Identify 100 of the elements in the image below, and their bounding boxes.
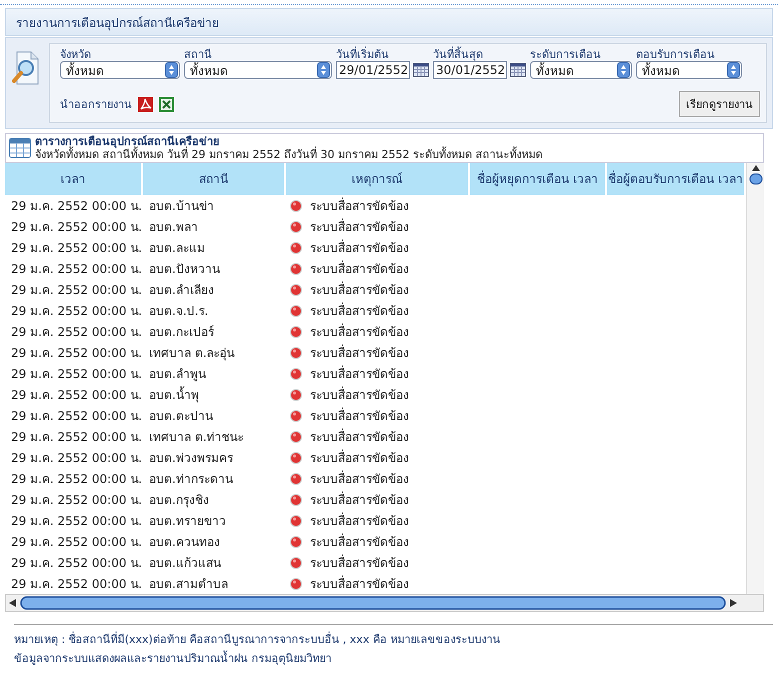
table-cell-text: ระบบสื่อสารขัดข้อง xyxy=(310,238,409,257)
table-cell-text: 29 ม.ค. 2552 00:00 น. xyxy=(10,324,143,341)
table-cell-text: 29 ม.ค. 2552 00:00 น. xyxy=(10,198,143,215)
table-cell-text: ระบบสื่อสารขัดข้อง xyxy=(310,574,409,593)
pdf-icon[interactable] xyxy=(138,96,153,112)
column-header: เหตุการณ์ xyxy=(286,163,470,195)
dropdown[interactable]: ทั้งหมด xyxy=(636,61,742,79)
table-cell-text: 29 ม.ค. 2552 00:00 น. xyxy=(10,387,143,404)
alert-dot-icon xyxy=(290,494,302,506)
table-cell-text: ระบบสื่อสารขัดข้อง xyxy=(310,532,409,551)
export-label: นำออกรายงาน xyxy=(60,97,132,113)
table-cell-text: ระบบสื่อสารขัดข้อง xyxy=(310,512,409,530)
table-cell-text: ระบบสื่อสารขัดข้อง xyxy=(310,218,409,236)
field-label: วันที่สิ้นสุด xyxy=(433,48,484,61)
table-cell-text: 29 ม.ค. 2552 00:00 น. xyxy=(10,555,143,572)
table-cell-text: ระบบสื่อสารขัดข้อง xyxy=(310,260,409,278)
dropdown[interactable]: ทั้งหมด xyxy=(530,61,632,79)
column-header: ชื่อผู้ตอบรับการเตือน เวลา xyxy=(607,163,746,195)
table-title: ตารางการเตือนอุปกรณ์สถานีเครือข่าย xyxy=(35,135,220,148)
alert-dot-icon xyxy=(290,410,302,422)
table-cell-text: ระบบสื่อสารขัดข้อง xyxy=(310,554,409,572)
table-cell-text: ระบบสื่อสารขัดข้อง xyxy=(310,428,409,446)
table-cell-text: อบต.ควนทอง xyxy=(148,534,221,551)
scrollbar-thumb[interactable] xyxy=(748,173,762,185)
table-cell-text: 29 ม.ค. 2552 00:00 น. xyxy=(10,450,143,467)
note-text: หมายเหตุ : ชื่อสถานีที่มี(xxx)ต่อท้าย คือสถานีบูรณาการจากระบบอื่น , xxx คือ หมายเลขของระบบงาน xyxy=(14,633,502,647)
alert-dot-icon xyxy=(290,326,302,338)
table-cell-text: 29 ม.ค. 2552 00:00 น. xyxy=(10,219,143,236)
alert-dot-icon xyxy=(290,472,302,484)
table-cell-text: ระบบสื่อสารขัดข้อง xyxy=(310,470,409,488)
table-cell-text: อบต.ละแม xyxy=(148,240,206,257)
alert-dot-icon xyxy=(290,200,302,212)
table-cell-text: 29 ม.ค. 2552 00:00 น. xyxy=(10,282,143,299)
alert-dot-icon xyxy=(290,262,302,274)
table-subtitle: จังหวัดทั้งหมด สถานีทั้งหมด วันที่ 29 มกราคม 2552 ถึงวันที่ 30 มกราคม 2552 ระดับทั้งหมด สถานะทั้งหมด xyxy=(35,148,542,161)
field-label: วันที่เริ่มต้น xyxy=(336,48,390,61)
scrollbar-thumb[interactable] xyxy=(20,596,726,610)
alert-dot-icon xyxy=(290,346,302,358)
column-header: สถานี xyxy=(143,163,286,195)
field-label: ระดับการเตือน xyxy=(530,48,602,61)
table-cell-text: ระบบสื่อสารขัดข้อง xyxy=(310,280,409,299)
view-report-button[interactable]: เรียกดูรายงาน xyxy=(679,91,760,117)
table-cell-text: อบต.ลำพูน xyxy=(148,366,207,384)
table-cell-text: อบต.ปังหวาน xyxy=(148,261,221,278)
table-cell-text: ระบบสื่อสารขัดข้อง xyxy=(310,322,409,341)
alert-dot-icon xyxy=(290,556,302,568)
table-cell-text: อบต.กรุงชิง xyxy=(148,492,210,510)
alert-dot-icon xyxy=(290,578,302,590)
table-cell-text: 29 ม.ค. 2552 00:00 น. xyxy=(10,471,143,488)
alert-dot-icon xyxy=(290,430,302,442)
table-cell-text: 29 ม.ค. 2552 00:00 น. xyxy=(10,429,143,446)
date-field[interactable]: 30/01/2552 xyxy=(433,61,507,79)
table-cell-text: อบต.สามตำบล xyxy=(148,576,229,593)
table-cell-text: 29 ม.ค. 2552 00:00 น. xyxy=(10,345,143,362)
table-cell-text: ระบบสื่อสารขัดข้อง xyxy=(310,196,409,215)
table-cell-text: 29 ม.ค. 2552 00:00 น. xyxy=(10,366,143,383)
scroll-up-icon[interactable] xyxy=(750,163,760,173)
date-field[interactable]: 29/01/2552 xyxy=(336,61,410,79)
table-cell-text: 29 ม.ค. 2552 00:00 น. xyxy=(10,513,143,530)
alert-dot-icon xyxy=(290,388,302,400)
table-cell-text: อบต.แก้วแสน xyxy=(148,555,222,572)
column-header: ชื่อผู้หยุดการเตือน เวลา xyxy=(470,163,607,195)
table-cell-text: 29 ม.ค. 2552 00:00 น. xyxy=(10,492,143,509)
field-label: สถานี xyxy=(184,48,213,61)
table-icon xyxy=(9,138,31,158)
excel-icon[interactable] xyxy=(159,96,174,112)
dropdown[interactable]: ทั้งหมด xyxy=(184,61,332,79)
alert-dot-icon xyxy=(290,452,302,464)
alert-dot-icon xyxy=(290,242,302,254)
table-cell-text: ระบบสื่อสารขัดข้อง xyxy=(310,344,409,362)
note-text: ข้อมูลจากระบบแสดงผลและรายงานปริมาณน้ำฝน กรมอุตุนิยมวิทยา xyxy=(14,652,332,666)
table-cell-text: อบต.น้ำพุ xyxy=(148,385,200,404)
field-label: จังหวัด xyxy=(60,48,92,61)
table-cell-text: อบต.ท่ากระดาน xyxy=(148,471,234,488)
calendar-icon[interactable] xyxy=(510,63,526,77)
table-cell-text: ระบบสื่อสารขัดข้อง xyxy=(310,406,409,425)
table-cell-text: อบต.จ.ป.ร. xyxy=(148,303,210,320)
table-cell-text: อบต.พลา xyxy=(148,219,199,236)
table-cell-text: อบต.ตะปาน xyxy=(148,408,214,425)
table-cell-text: อบต.กะเปอร์ xyxy=(148,324,215,341)
table-cell-text: ระบบสื่อสารขัดข้อง xyxy=(310,490,409,509)
alert-dot-icon xyxy=(290,304,302,316)
table-cell-text: เทศบาล ต.ละอุ่น xyxy=(148,345,236,362)
table-cell-text: 29 ม.ค. 2552 00:00 น. xyxy=(10,261,143,278)
table-cell-text: อบต.ลำเลียง xyxy=(148,282,215,299)
table-cell-text: 29 ม.ค. 2552 00:00 น. xyxy=(10,408,143,425)
table-cell-text: ระบบสื่อสารขัดข้อง xyxy=(310,364,409,383)
table-cell-text: 29 ม.ค. 2552 00:00 น. xyxy=(10,240,143,257)
column-header: เวลา xyxy=(5,163,143,195)
dropdown[interactable]: ทั้งหมด xyxy=(60,61,180,79)
alert-dot-icon xyxy=(290,284,302,296)
field-label: ตอบรับการเตือน xyxy=(636,48,716,61)
alert-dot-icon xyxy=(290,368,302,380)
table-cell-text: 29 ม.ค. 2552 00:00 น. xyxy=(10,576,143,593)
report-search-icon xyxy=(11,51,41,85)
table-cell-text: 29 ม.ค. 2552 00:00 น. xyxy=(10,534,143,551)
calendar-icon[interactable] xyxy=(413,63,429,77)
table-cell-text: เทศบาล ต.ท่าชนะ xyxy=(148,429,245,446)
table-cell-text: อบต.พ่วงพรมคร xyxy=(148,450,234,467)
table-cell-text: ระบบสื่อสารขัดข้อง xyxy=(310,302,409,320)
